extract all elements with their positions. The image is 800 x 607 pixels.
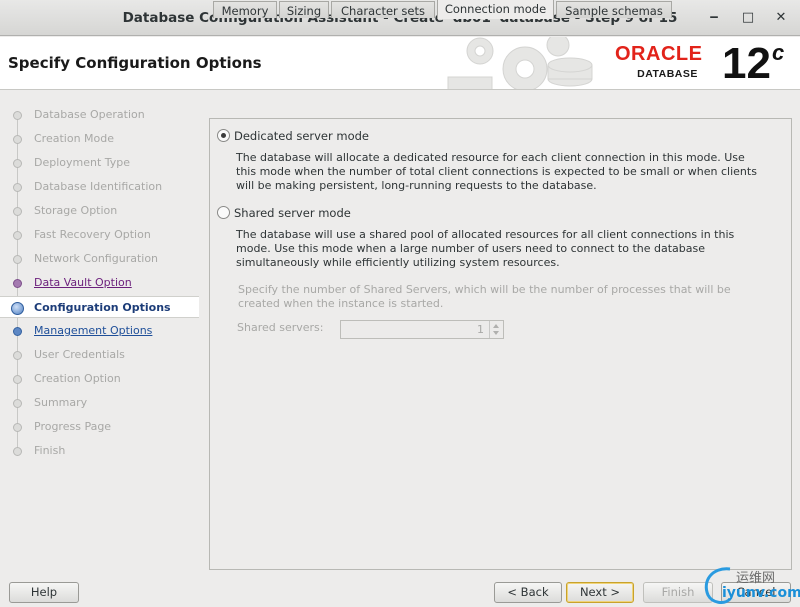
step-label: Progress Page (34, 420, 112, 433)
close-button[interactable]: ✕ (772, 9, 790, 27)
step-label: Deployment Type (34, 156, 131, 169)
desc-line: simultaneously while efficiently utilizi… (236, 256, 560, 269)
version-suffix: c (771, 40, 785, 65)
step-dot-icon (13, 423, 22, 432)
shared-server-radio[interactable] (217, 206, 230, 219)
desc-line: will be making persistent, long-running … (236, 179, 597, 192)
dedicated-server-label[interactable]: Dedicated server mode (234, 129, 369, 143)
help-button[interactable]: Help (9, 582, 79, 603)
watermark-en-text: iyunv.com (722, 585, 800, 601)
step-dot-icon (13, 231, 22, 240)
step-dot-icon (13, 327, 22, 336)
step-label: Configuration Options (34, 301, 171, 314)
tab-label: Connection mode (444, 2, 547, 16)
page-header: Specify Configuration Options ORACLE DAT… (0, 37, 800, 90)
step-dot-icon (13, 279, 22, 288)
step-database-operation: Database Operation (0, 104, 199, 126)
step-label[interactable]: Data Vault Option (34, 276, 132, 289)
tab-sizing[interactable]: Sizing (279, 1, 329, 18)
step-dot-icon (13, 183, 22, 192)
watermark-logo: 运维网 iyunv.com (700, 563, 800, 607)
step-progress-page: Progress Page (0, 416, 199, 438)
step-creation-mode: Creation Mode (0, 128, 199, 150)
tab-label: Character sets (341, 4, 425, 18)
step-fast-recovery-option: Fast Recovery Option (0, 224, 199, 246)
step-label: Finish (34, 444, 66, 457)
step-label: Storage Option (34, 204, 118, 217)
step-dot-icon (13, 111, 22, 120)
step-label: Summary (34, 396, 88, 409)
desc-line: this mode when the number of total clien… (236, 165, 757, 178)
step-label: Creation Option (34, 372, 121, 385)
spinner-up-icon[interactable] (493, 324, 499, 328)
shared-servers-label: Shared servers: (237, 321, 324, 334)
step-finish: Finish (0, 440, 199, 462)
tab-label: Sizing (286, 4, 322, 18)
version-number: 12 (722, 39, 771, 88)
step-management-options[interactable]: Management Options (0, 320, 199, 342)
step-configuration-options: Configuration Options (0, 296, 199, 318)
shared-servers-note: Specify the number of Shared Servers, wh… (238, 283, 788, 311)
step-label: Database Identification (34, 180, 163, 193)
step-label: Creation Mode (34, 132, 115, 145)
step-network-configuration: Network Configuration (0, 248, 199, 270)
oracle-logo: ORACLE DATABASE (615, 43, 720, 80)
step-data-vault-option[interactable]: Data Vault Option (0, 272, 199, 294)
tab-memory[interactable]: Memory (213, 1, 277, 18)
step-dot-icon (13, 447, 22, 456)
page-title: Specify Configuration Options (8, 54, 262, 72)
step-creation-option: Creation Option (0, 368, 199, 390)
step-label: Fast Recovery Option (34, 228, 151, 241)
step-label: User Credentials (34, 348, 125, 361)
tab-label: Memory (221, 4, 269, 18)
step-dot-icon (13, 207, 22, 216)
step-dot-icon (13, 351, 22, 360)
step-deployment-type: Deployment Type (0, 152, 199, 174)
steps-navigation: Database Operation Creation Mode Deploym… (0, 91, 199, 569)
step-label[interactable]: Management Options (34, 324, 152, 337)
gears-graphic-icon (447, 37, 593, 89)
next-button[interactable]: Next > (566, 582, 634, 603)
tab-connection-mode[interactable]: Connection mode (437, 0, 554, 19)
step-current-dot-icon (11, 302, 24, 315)
step-database-identification: Database Identification (0, 176, 199, 198)
step-dot-icon (13, 399, 22, 408)
tab-character-sets[interactable]: Character sets (331, 1, 435, 18)
desc-line: mode. Use this mode when a large number … (236, 242, 706, 255)
desc-line: The database will use a shared pool of a… (236, 228, 735, 241)
shared-server-description: The database will use a shared pool of a… (236, 228, 786, 270)
watermark-cn-text: 运维网 (736, 571, 776, 586)
step-dot-icon (13, 255, 22, 264)
step-label: Database Operation (34, 108, 145, 121)
step-dot-icon (13, 135, 22, 144)
shared-servers-value: 1 (477, 323, 484, 336)
step-user-credentials: User Credentials (0, 344, 199, 366)
tab-sample-schemas[interactable]: Sample schemas (556, 1, 672, 18)
note-line: Specify the number of Shared Servers, wh… (238, 283, 731, 296)
desc-line: The database will allocate a dedicated r… (236, 151, 745, 164)
maximize-button[interactable]: □ (739, 9, 757, 27)
step-summary: Summary (0, 392, 199, 414)
tab-label: Sample schemas (565, 4, 663, 18)
step-dot-icon (13, 159, 22, 168)
note-line: created when the instance is started. (238, 297, 444, 310)
oracle-brand-text: ORACLE (615, 43, 703, 65)
shared-server-label[interactable]: Shared server mode (234, 206, 351, 220)
shared-servers-spinner[interactable]: 1 (340, 320, 504, 339)
dedicated-server-radio[interactable] (217, 129, 230, 142)
dedicated-server-description: The database will allocate a dedicated r… (236, 151, 786, 193)
oracle-database-text: DATABASE (637, 68, 698, 80)
step-storage-option: Storage Option (0, 200, 199, 222)
spinner-down-icon[interactable] (493, 331, 499, 335)
spinner-arrows[interactable] (489, 321, 503, 338)
version-badge: 12c (722, 39, 784, 89)
minimize-button[interactable]: ‒ (705, 9, 723, 27)
step-label: Network Configuration (34, 252, 159, 265)
step-dot-icon (13, 375, 22, 384)
back-button[interactable]: < Back (494, 582, 562, 603)
